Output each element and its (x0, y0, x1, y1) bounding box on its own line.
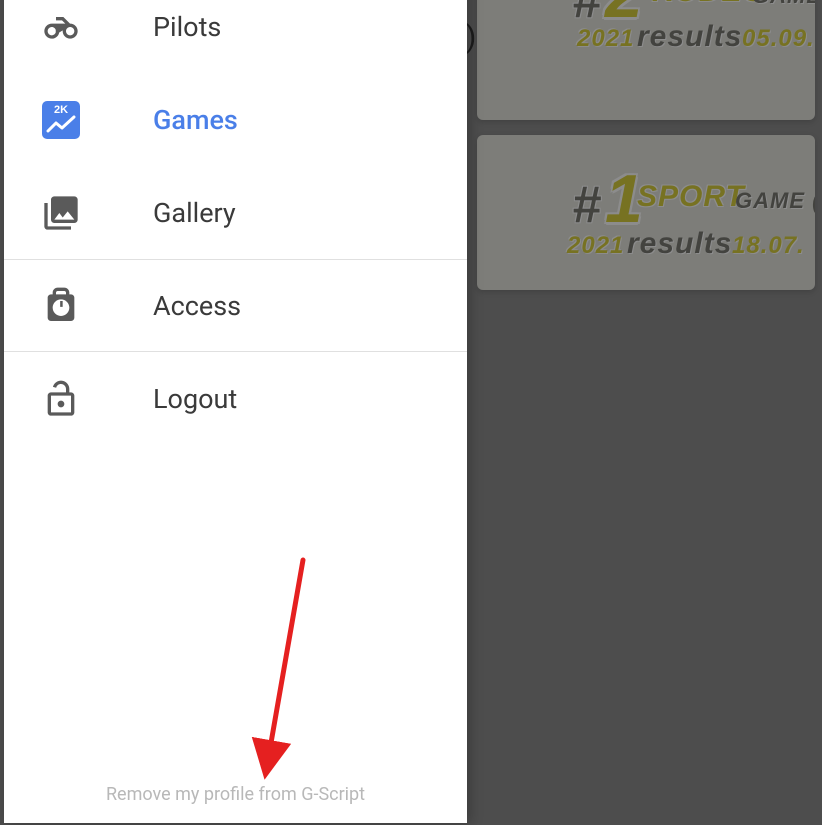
motorcycle-icon (41, 7, 81, 47)
clock-lock-icon (41, 286, 81, 326)
sidebar-item-games[interactable]: 2K Games (4, 73, 467, 166)
navigation-drawer: Pilots 2K Games Gallery Access (4, 0, 467, 823)
sidebar-item-gallery[interactable]: Gallery (4, 166, 467, 259)
sidebar-item-label: Access (153, 290, 241, 322)
sidebar-item-label: Games (153, 104, 238, 136)
remove-profile-link[interactable]: Remove my profile from G-Script (4, 784, 467, 823)
sidebar-item-label: Logout (153, 383, 237, 415)
sidebar-item-logout[interactable]: Logout (4, 352, 467, 445)
sidebar-item-access[interactable]: Access (4, 259, 467, 352)
sidebar-item-pilots[interactable]: Pilots (4, 0, 467, 73)
chart-2k-icon: 2K (41, 100, 81, 140)
unlock-icon (41, 379, 81, 419)
sidebar-item-label: Pilots (153, 11, 221, 43)
gallery-icon (41, 193, 81, 233)
sidebar-item-label: Gallery (153, 197, 236, 229)
